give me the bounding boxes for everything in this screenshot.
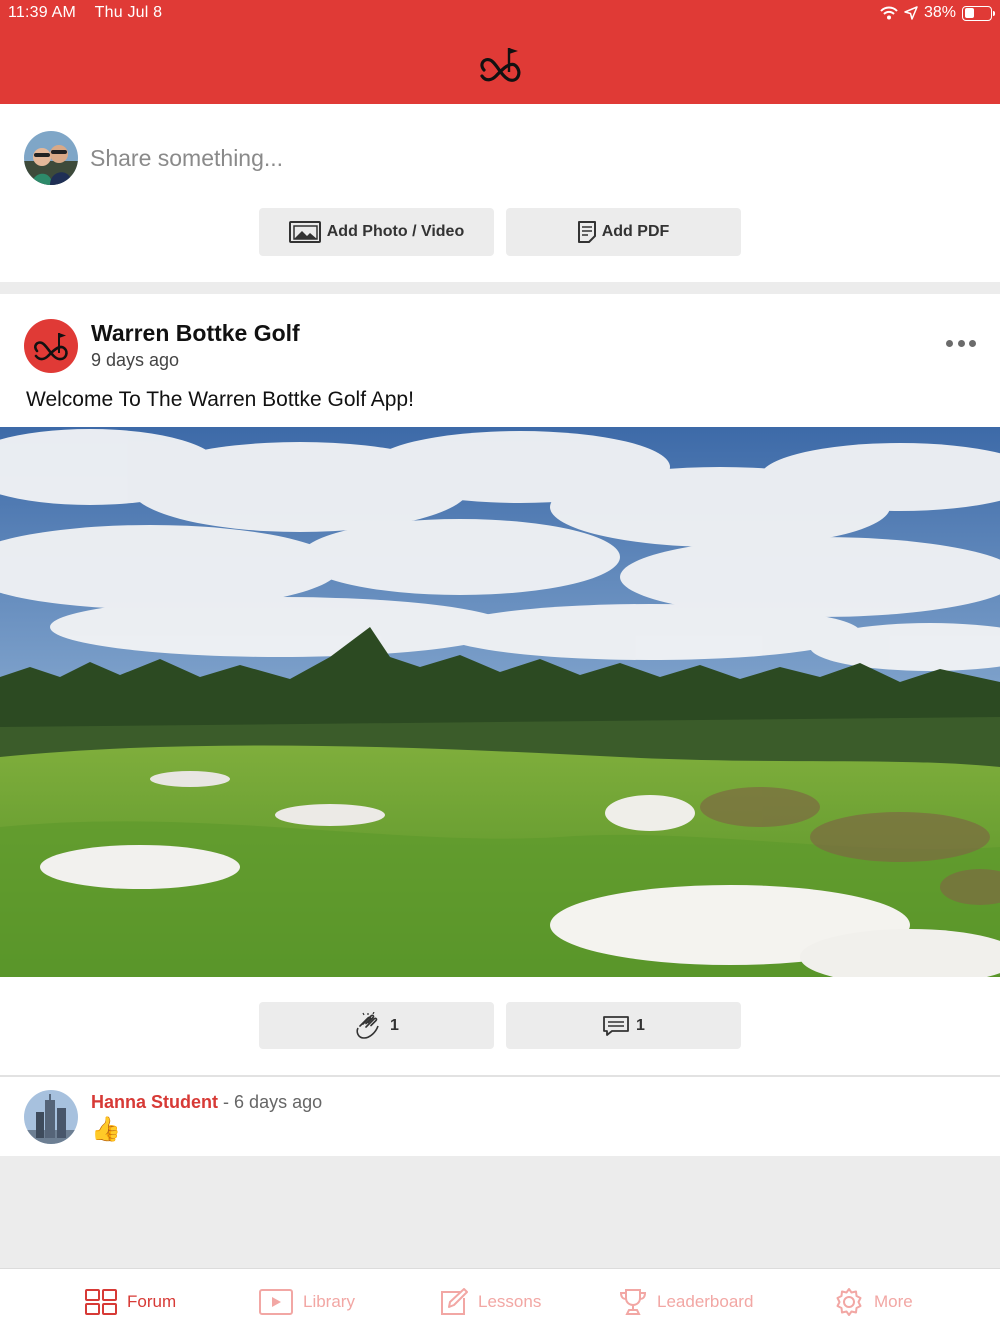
tab-lessons[interactable]: Lessons [440,1287,541,1317]
add-pdf-button[interactable]: Add PDF [506,208,741,256]
add-photo-video-button[interactable]: Add Photo / Video [259,208,494,256]
post-reactions: 1 1 [0,1002,1000,1052]
feed-post: Warren Bottke Golf 9 days ago Welcome To… [0,294,1000,1156]
clap-button[interactable]: 1 [259,1002,494,1049]
grid-icon [85,1289,117,1315]
tab-library-label: Library [303,1292,355,1311]
gear-icon [836,1288,862,1316]
tab-more-label: More [874,1292,913,1311]
dot [946,339,953,347]
trophy-icon [619,1289,647,1315]
status-time: 11:39 AM [8,4,77,21]
commenter-avatar[interactable] [24,1090,78,1144]
comment-count: 1 [636,1016,645,1034]
edit-icon [441,1288,468,1315]
bottom-tab-bar: Forum Library Lessons Leaderboard More [0,1268,1000,1334]
add-photo-video-label: Add Photo / Video [326,223,465,240]
battery-percent: 38% [923,4,956,21]
comments-button[interactable]: 1 [506,1002,741,1049]
dot [969,339,976,347]
status-date: Thu Jul 8 [94,4,163,21]
dot [957,339,965,347]
play-icon [259,1289,293,1315]
image-icon [288,221,321,243]
app-header: 11:39 AM Thu Jul 8 38% [0,0,1000,104]
comment-author[interactable]: Hanna Student [91,1092,218,1112]
post-text: Welcome To The Warren Bottke Golf App! [26,388,414,411]
clap-icon [356,1011,379,1039]
golf-flag-heart-logo [480,48,521,82]
comment-body: 👍 [91,1116,121,1143]
post-composer: Add Photo / Video Add PDF [0,104,1000,282]
tab-more[interactable]: More [834,1287,913,1317]
add-pdf-label: Add PDF [601,223,670,240]
comment-separator: - [223,1092,230,1112]
golf-course-photo[interactable] [0,427,1000,977]
battery-fill [964,8,974,18]
tab-lessons-label: Lessons [478,1292,542,1311]
tab-forum-label: Forum [127,1292,177,1311]
tab-leaderboard-label: Leaderboard [657,1292,754,1311]
battery-icon [962,5,995,21]
document-icon [577,221,596,243]
tab-leaderboard[interactable]: Leaderboard [619,1287,753,1317]
post-timestamp: 9 days ago [91,350,180,370]
user-avatar[interactable] [24,131,78,185]
comment-item: Hanna Student - 6 days ago 👍 [0,1077,1000,1156]
comment-header: Hanna Student - 6 days ago [91,1092,322,1113]
location-arrow-icon [904,6,918,20]
tab-forum[interactable]: Forum [85,1287,176,1317]
post-author-name[interactable]: Warren Bottke Golf [91,320,300,347]
status-right: 38% [880,4,995,22]
clap-count: 1 [390,1016,399,1034]
wifi-icon [880,6,898,20]
tab-library[interactable]: Library [259,1287,355,1317]
more-options-button[interactable] [946,338,976,348]
comment-icon [603,1015,629,1036]
comment-timestamp: 6 days ago [234,1092,323,1112]
author-avatar[interactable] [24,319,78,373]
share-input[interactable] [90,140,950,176]
status-left: 11:39 AM Thu Jul 8 [8,4,162,22]
status-bar: 11:39 AM Thu Jul 8 38% [0,0,1000,26]
